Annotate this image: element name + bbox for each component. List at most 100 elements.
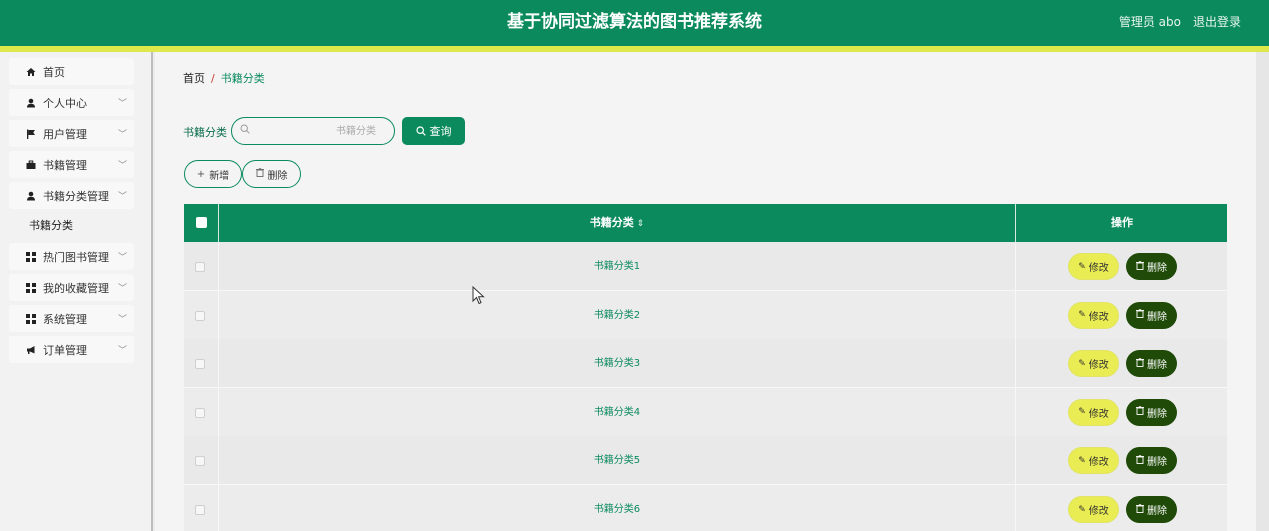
sidebar-item-label: 订单管理	[43, 343, 87, 357]
add-button[interactable]: + 新增	[184, 160, 242, 188]
row-select-cell	[184, 436, 219, 486]
category-name-cell: 书籍分类6	[219, 485, 1016, 531]
home-icon	[26, 67, 36, 77]
add-button-label: 新增	[209, 170, 230, 182]
row-select-cell	[184, 339, 219, 389]
edit-button-label: 修改	[1088, 506, 1109, 517]
row-actions-cell: ✎ 修改 删除	[1017, 436, 1227, 485]
sidebar-item-favorites[interactable]: 我的收藏管理 ﹀	[9, 274, 134, 301]
query-button[interactable]: 查询	[402, 117, 465, 145]
category-name-cell: 书籍分类5	[219, 436, 1016, 486]
pencil-icon: ✎	[1078, 310, 1086, 321]
search-input[interactable]	[256, 122, 386, 140]
sidebar-item-user-management[interactable]: 用户管理 ﹀	[9, 120, 134, 147]
sidebar-item-label: 个人中心	[43, 96, 87, 110]
sidebar-item-order-management[interactable]: 订单管理 ﹀	[9, 336, 134, 363]
chevron-down-icon: ﹀	[117, 161, 127, 171]
delete-button-label: 删除	[1147, 408, 1167, 420]
sort-icon[interactable]: ⇕	[637, 219, 645, 229]
delete-button-label: 删除	[1147, 311, 1167, 323]
search-icon	[240, 124, 250, 134]
search-field-wrapper	[231, 117, 395, 145]
pencil-icon: ✎	[1078, 407, 1086, 418]
logout-link[interactable]: 退出登录	[1193, 0, 1241, 44]
column-header-category[interactable]: 书籍分类 ⇕	[219, 204, 1016, 242]
edit-button[interactable]: ✎ 修改	[1068, 350, 1119, 378]
column-header-actions: 操作	[1111, 216, 1133, 229]
sidebar-item-hot-books[interactable]: 热门图书管理 ﹀	[9, 243, 134, 270]
sidebar-item-label: 书籍管理	[43, 158, 87, 172]
edit-button-label: 修改	[1088, 408, 1109, 420]
grid-icon	[26, 251, 36, 262]
plus-icon: +	[196, 168, 206, 180]
breadcrumb-home[interactable]: 首页	[183, 72, 205, 85]
row-checkbox[interactable]	[195, 456, 205, 467]
chevron-down-icon: ﹀	[117, 346, 127, 356]
delete-button[interactable]: 删除	[1126, 253, 1177, 280]
category-table: 书籍分类 ⇕ 操作 书籍分类1 ✎ 修改 删除 书籍分类2 ✎ 修改 删除 书籍分类3 ✎ 修改 删除书…	[184, 204, 1227, 531]
sidebar-item-book-management[interactable]: 书籍管理 ﹀	[9, 151, 134, 178]
breadcrumb: 首页 / 书籍分类	[183, 70, 265, 86]
pencil-icon: ✎	[1078, 455, 1086, 466]
trash-icon	[1136, 503, 1144, 516]
edit-button[interactable]: ✎ 修改	[1068, 301, 1119, 329]
row-actions-cell: ✎ 修改 删除	[1017, 242, 1227, 291]
batch-delete-button[interactable]: 删除	[242, 160, 301, 188]
delete-button-label: 删除	[1147, 263, 1167, 274]
delete-button[interactable]: 删除	[1126, 447, 1177, 475]
edit-button[interactable]: ✎ 修改	[1068, 398, 1119, 426]
row-checkbox[interactable]	[195, 262, 205, 272]
table-row: 书籍分类4 ✎ 修改 删除	[184, 387, 1227, 437]
row-checkbox[interactable]	[195, 407, 205, 418]
edit-button[interactable]: ✎ 修改	[1068, 496, 1119, 523]
delete-button-label: 删除	[1147, 506, 1167, 517]
sidebar-item-book-category-management[interactable]: 书籍分类管理 ﹀	[9, 182, 134, 209]
grid-icon	[26, 282, 36, 293]
chevron-down-icon: ﹀	[117, 253, 127, 263]
delete-button[interactable]: 删除	[1126, 350, 1177, 378]
row-select-cell	[184, 242, 219, 291]
delete-button[interactable]: 删除	[1126, 496, 1177, 523]
row-actions-cell: ✎ 修改 删除	[1017, 388, 1227, 437]
filter-label: 书籍分类	[183, 126, 227, 139]
chevron-down-icon: ﹀	[117, 315, 127, 325]
delete-button-label: 删除	[1147, 360, 1167, 372]
table-row: 书籍分类1 ✎ 修改 删除	[184, 242, 1227, 291]
sidebar-item-label: 我的收藏管理	[43, 281, 109, 295]
sidebar-item-label: 书籍分类管理	[43, 189, 109, 203]
sidebar-item-label: 首页	[43, 65, 65, 79]
scrollbar[interactable]	[1256, 52, 1269, 531]
sidebar-item-home[interactable]: 首页	[9, 58, 134, 85]
pencil-icon: ✎	[1078, 504, 1086, 515]
current-user-label: 管理员 abo	[1118, 15, 1181, 29]
sidebar-item-system-management[interactable]: 系统管理 ﹀	[9, 305, 134, 332]
megaphone-icon	[26, 345, 36, 355]
row-checkbox[interactable]	[195, 310, 205, 321]
sidebar-item-label: 用户管理	[43, 127, 87, 141]
trash-icon	[1136, 260, 1144, 273]
category-name-cell: 书籍分类3	[219, 339, 1016, 389]
mouse-cursor-icon	[472, 286, 485, 305]
briefcase-icon	[26, 160, 36, 170]
sidebar-subitem-book-category[interactable]: 书籍分类	[29, 216, 73, 236]
select-all-checkbox[interactable]	[196, 217, 207, 228]
row-checkbox[interactable]	[195, 359, 205, 370]
delete-button[interactable]: 删除	[1126, 301, 1177, 329]
app-title: 基于协同过滤算法的图书推荐系统	[507, 12, 762, 32]
grid-icon	[26, 313, 36, 324]
sidebar-item-personal-center[interactable]: 个人中心 ﹀	[9, 89, 134, 116]
category-name-cell: 书籍分类1	[219, 242, 1016, 291]
edit-button-label: 修改	[1088, 457, 1109, 469]
chevron-down-icon: ﹀	[117, 130, 127, 140]
trash-icon	[255, 168, 264, 180]
user-icon	[26, 191, 36, 201]
delete-button[interactable]: 删除	[1126, 398, 1177, 426]
edit-button-label: 修改	[1088, 263, 1109, 274]
edit-button[interactable]: ✎ 修改	[1068, 447, 1119, 475]
edit-button[interactable]: ✎ 修改	[1068, 253, 1119, 280]
sidebar-item-label: 系统管理	[43, 312, 87, 326]
table-header: 书籍分类 ⇕ 操作	[184, 204, 1227, 242]
row-checkbox[interactable]	[195, 505, 205, 515]
batch-delete-button-label: 删除	[267, 170, 288, 182]
breadcrumb-current: 书籍分类	[220, 72, 265, 85]
